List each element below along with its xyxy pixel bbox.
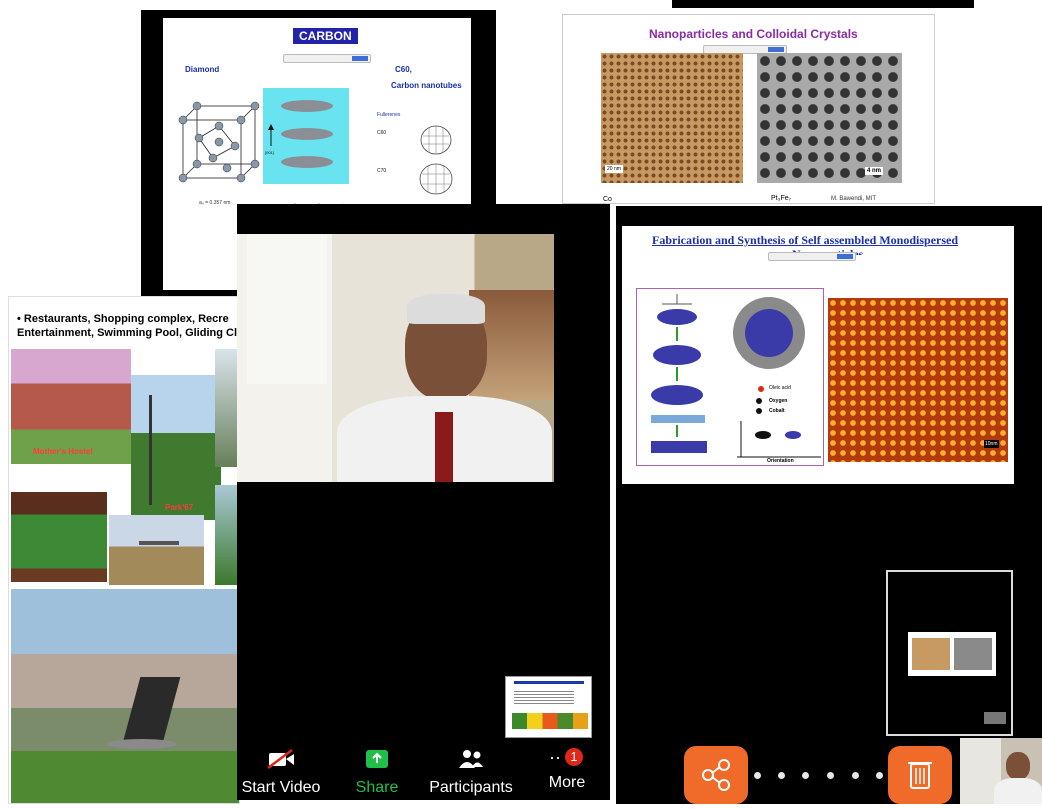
park-photo: Park'67 bbox=[131, 375, 221, 520]
share-label: Share bbox=[355, 779, 399, 796]
start-video-label: Start Video bbox=[241, 779, 321, 796]
start-video-button[interactable]: Start Video bbox=[241, 748, 321, 797]
page-dot[interactable] bbox=[754, 772, 761, 779]
scale-bar-right: 4 nm bbox=[865, 167, 884, 175]
billiards-photo bbox=[11, 492, 107, 582]
tem-scale-label: 10nm bbox=[984, 440, 999, 448]
page-dot[interactable] bbox=[827, 772, 834, 779]
park-label: Park'67 bbox=[165, 503, 194, 512]
slide-search-bar bbox=[283, 54, 371, 63]
participants-label: Participants bbox=[429, 779, 513, 796]
nanotubes-label: Carbon nanotubes bbox=[391, 81, 462, 90]
page-dot[interactable] bbox=[876, 772, 883, 779]
nano-slide: Nanoparticles and Colloidal Crystals 20 … bbox=[562, 14, 935, 204]
cobalt-nanoparticle-image: 20 nm bbox=[601, 53, 743, 183]
delete-button[interactable] bbox=[888, 746, 952, 804]
nano-title: Nanoparticles and Colloidal Crystals bbox=[649, 27, 858, 41]
c70-row-label: C70 bbox=[377, 168, 387, 174]
participants-icon bbox=[459, 750, 483, 768]
c60-label: C60, bbox=[395, 65, 412, 74]
share-network-icon bbox=[702, 759, 730, 791]
diamond-label: Diamond bbox=[185, 65, 220, 74]
campus-slide: • Restaurants, Shopping complex, Recre E… bbox=[8, 296, 240, 804]
trash-icon bbox=[908, 762, 932, 789]
fullerenes-label: Fullerenes bbox=[377, 112, 401, 118]
caption-co: Co bbox=[603, 196, 612, 203]
more-label: More bbox=[548, 774, 586, 791]
campus-bullet-line2: Entertainment, Swimming Pool, Gliding Cl… bbox=[17, 327, 240, 339]
share-arrow-icon bbox=[366, 750, 388, 768]
diamond-lattice-image bbox=[178, 101, 260, 183]
more-button[interactable]: ·· 1 More bbox=[537, 748, 597, 792]
cropped-slide-strip bbox=[672, 0, 974, 8]
participants-button[interactable]: Participants bbox=[421, 748, 521, 797]
phone-screenshot-thumbnail[interactable] bbox=[886, 570, 1013, 736]
speaker-video[interactable] bbox=[237, 234, 554, 482]
share-button[interactable]: Share bbox=[347, 748, 407, 797]
share-network-button[interactable] bbox=[684, 746, 748, 804]
oleic-acid-label: Oleic acid bbox=[769, 385, 791, 391]
lattice-constant-label: a₀ = 0.357 nm bbox=[199, 200, 231, 206]
buckyball-c70-image bbox=[419, 163, 453, 195]
zoom-toolbar: Start Video Share Participants ·· 1 More bbox=[237, 742, 610, 800]
scale-bar-left: 20 nm bbox=[605, 165, 623, 173]
caption-ptfe: Pt₃Fe₇ bbox=[771, 195, 792, 202]
c60-row-label: C60 bbox=[377, 130, 387, 136]
page-dot[interactable] bbox=[852, 772, 859, 779]
orientation-label: Orientation bbox=[767, 458, 794, 464]
shared-screen-thumbnail[interactable] bbox=[505, 676, 592, 738]
axis-arrow-label: [001] bbox=[265, 150, 274, 155]
speaker-tie bbox=[435, 412, 453, 482]
video-off-icon bbox=[267, 749, 294, 769]
oxygen-label: Oxygen bbox=[769, 398, 788, 404]
campus-bullet-line1: • Restaurants, Shopping complex, Recre bbox=[17, 313, 229, 325]
page-dot[interactable] bbox=[802, 772, 809, 779]
fab-title: Fabrication and Synthesis of Self assemb… bbox=[652, 233, 959, 247]
buckyball-c60-image bbox=[420, 125, 452, 155]
carbon-title: CARBON bbox=[293, 28, 358, 44]
cobalt-label: Cobalt bbox=[769, 408, 785, 414]
fab-slide: Fabrication and Synthesis of Self assemb… bbox=[622, 226, 1014, 484]
self-assembly-tem-image: 10nm bbox=[828, 298, 1008, 462]
campus-sculpture-photo bbox=[11, 589, 239, 803]
glider-photo bbox=[109, 515, 204, 585]
hostel-label: Mother's Hostel bbox=[33, 447, 93, 456]
recent-photo-thumbnail[interactable] bbox=[960, 738, 1042, 804]
slide-search-bar bbox=[768, 252, 856, 261]
page-dot[interactable] bbox=[778, 772, 785, 779]
graphite-image bbox=[263, 88, 349, 184]
hostel-photo: Mother's Hostel bbox=[11, 349, 131, 464]
fab-diagram: Oleic acid Oxygen Cobalt Orientation bbox=[636, 288, 824, 466]
more-dots-icon: ·· bbox=[549, 747, 561, 767]
ptfe-nanoparticle-image: 4 nm bbox=[757, 53, 902, 183]
more-badge: 1 bbox=[565, 748, 583, 766]
caption-author: M. Bawendi, MIT bbox=[831, 196, 877, 202]
